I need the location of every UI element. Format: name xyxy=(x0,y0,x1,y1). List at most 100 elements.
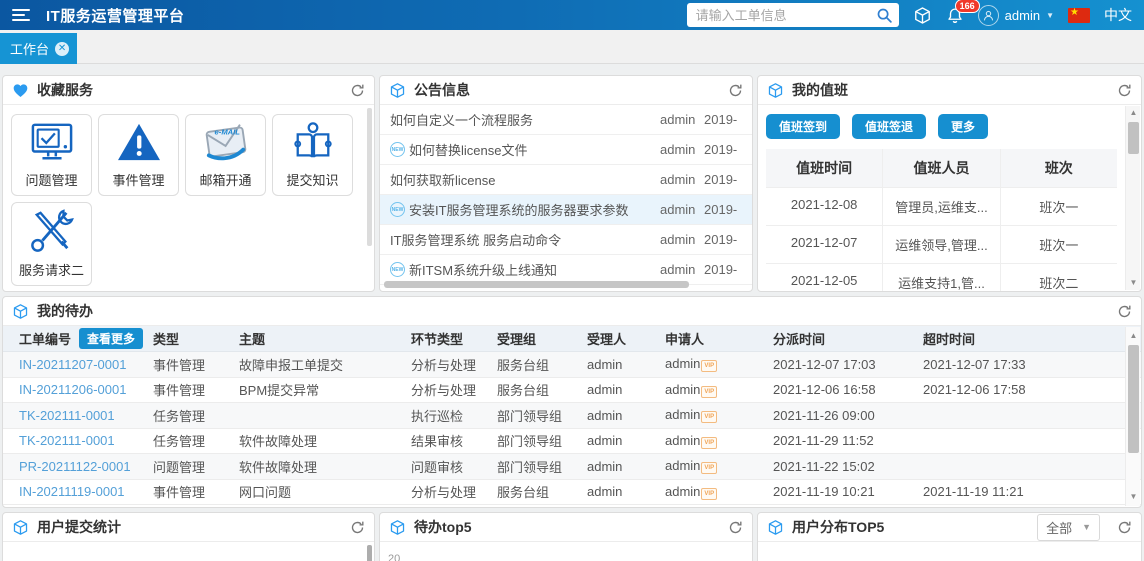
top-navigation-bar: IT服务运营管理平台 166 admin ▼ ★ 中文 xyxy=(0,0,1144,30)
workorder-link[interactable]: TK-202111-0001 xyxy=(19,408,115,423)
announcement-item[interactable]: 如何自定义一个流程服务 admin 2019- xyxy=(380,105,752,135)
panel-title: 收藏服务 xyxy=(37,82,93,98)
duty-checkin-button[interactable]: 值班签到 xyxy=(766,114,841,139)
username-label: admin xyxy=(1004,7,1041,23)
vip-badge: VIP xyxy=(701,462,718,475)
user-menu[interactable]: admin ▼ xyxy=(977,4,1054,26)
cube-icon xyxy=(767,519,784,536)
refresh-icon[interactable] xyxy=(1117,520,1132,535)
panel-title: 我的待办 xyxy=(37,303,93,319)
favorites-scrollbar-thumb[interactable] xyxy=(367,108,372,246)
refresh-icon[interactable] xyxy=(728,83,743,98)
search-icon[interactable] xyxy=(876,7,893,24)
filter-dropdown[interactable]: 全部 ▼ xyxy=(1037,513,1100,541)
scroll-down-icon[interactable]: ▼ xyxy=(1126,276,1141,290)
duty-table-row: 2021-12-05 运维支持1,管... 班次二 xyxy=(766,264,1117,291)
duty-table-row: 2021-12-07 运维领导,管理... 班次一 xyxy=(766,226,1117,264)
refresh-icon[interactable] xyxy=(350,83,365,98)
vip-badge: VIP xyxy=(701,487,718,500)
service-card-problem[interactable]: 问题管理 xyxy=(11,114,92,196)
workorder-search-box xyxy=(686,3,899,27)
my-todo-panel: 我的待办 工单编号 查看更多 类型 主题 环节类型 受理组 受理人 申请人 分派时… xyxy=(2,296,1142,508)
chevron-down-icon: ▼ xyxy=(1046,10,1054,20)
scrollbar-thumb[interactable] xyxy=(1128,345,1139,453)
panel-title: 用户分布TOP5 xyxy=(792,519,885,535)
cube-icon xyxy=(389,519,406,536)
search-input[interactable] xyxy=(695,7,876,23)
todo-row: IN-20211119-0001 事件管理 网口问题 分析与处理 服务台组 ad… xyxy=(3,480,1141,505)
duty-checkout-button[interactable]: 值班签退 xyxy=(852,114,927,139)
panel-title: 用户提交统计 xyxy=(37,519,121,535)
workorder-link[interactable]: TK-202111-0001 xyxy=(19,433,115,448)
workorder-link[interactable]: IN-20211206-0001 xyxy=(19,382,126,397)
apps-cube-icon[interactable] xyxy=(913,6,932,25)
announcement-item[interactable]: NEW 如何替换license文件 admin 2019- xyxy=(380,135,752,165)
workorder-link[interactable]: IN-20211207-0001 xyxy=(19,357,126,372)
announcement-list: 如何自定义一个流程服务 admin 2019- NEW 如何替换license文件… xyxy=(380,105,752,285)
todo-top5-panel: 待办top5 20 xyxy=(379,512,753,561)
tab-bar: 工作台 ✕ xyxy=(0,30,1144,64)
todo-row: IN-20211207-0001 事件管理 故障申报工单提交 分析与处理 服务台… xyxy=(3,352,1141,378)
duty-table: 值班时间 值班人员 班次 2021-12-08 管理员,运维支... 班次一 2021-… xyxy=(766,149,1117,291)
todo-row: PR-20211122-0001 问题管理 软件故障处理 问题审核 部门领导组 … xyxy=(3,454,1141,480)
announcement-item[interactable]: 如何获取新license admin 2019- xyxy=(380,165,752,195)
menu-toggle-icon[interactable] xyxy=(12,8,30,22)
tab-workbench[interactable]: 工作台 ✕ xyxy=(0,33,78,64)
reading-book-icon xyxy=(290,121,336,173)
cube-icon xyxy=(12,519,29,536)
vip-badge: VIP xyxy=(701,411,718,424)
todo-row: TK-202111-0001 任务管理 软件故障处理 结果审核 部门领导组 ad… xyxy=(3,429,1141,454)
view-more-button[interactable]: 查看更多 xyxy=(79,328,144,349)
vip-badge: VIP xyxy=(701,436,718,449)
tab-label: 工作台 xyxy=(10,42,50,57)
chevron-down-icon: ▼ xyxy=(1082,522,1091,532)
duty-more-button[interactable]: 更多 xyxy=(938,114,989,139)
announcement-item[interactable]: IT服务管理系统 服务启动命令 admin 2019- xyxy=(380,225,752,255)
vip-badge: VIP xyxy=(701,360,718,373)
todo-scrollbar[interactable]: ▲ ▼ xyxy=(1125,327,1140,506)
todo-row: IN-20211206-0001 事件管理 BPM提交异常 分析与处理 服务台组… xyxy=(3,378,1141,403)
horizontal-scrollbar-thumb[interactable] xyxy=(384,281,689,288)
scroll-up-icon[interactable]: ▲ xyxy=(1126,106,1141,120)
workorder-link[interactable]: IN-20211119-0001 xyxy=(19,484,125,499)
china-flag-icon[interactable]: ★ xyxy=(1068,7,1090,23)
workorder-link[interactable]: PR-20211122-0001 xyxy=(19,459,131,474)
app-title: IT服务运营管理平台 xyxy=(46,7,185,25)
service-card-incident[interactable]: 事件管理 xyxy=(98,114,179,196)
announcement-item-highlighted[interactable]: NEW 安装IT服务管理系统的服务器要求参数 admin 2019- xyxy=(380,195,752,225)
new-badge: NEW xyxy=(390,142,405,157)
duty-scrollbar[interactable]: ▲ ▼ xyxy=(1125,106,1140,290)
heart-icon xyxy=(12,83,29,98)
service-card-knowledge[interactable]: 提交知识 xyxy=(272,114,353,196)
service-card-email[interactable]: e-MAIL 邮箱开通 xyxy=(185,114,266,196)
announcements-panel: 公告信息 如何自定义一个流程服务 admin 2019- NEW 如何替换lice… xyxy=(379,75,753,292)
tools-icon xyxy=(29,209,75,263)
notification-count-badge: 166 xyxy=(954,0,980,13)
service-card-label: 提交知识 xyxy=(286,173,339,188)
monitor-check-icon xyxy=(29,121,75,173)
tab-close-icon[interactable]: ✕ xyxy=(55,41,70,56)
language-switch[interactable]: 中文 xyxy=(1104,5,1132,25)
service-card-service-request[interactable]: 服务请求二 xyxy=(11,202,92,286)
cube-icon xyxy=(767,82,784,99)
refresh-icon[interactable] xyxy=(1117,304,1132,319)
vip-badge: VIP xyxy=(701,385,718,398)
todo-table-header: 工单编号 查看更多 类型 主题 环节类型 受理组 受理人 申请人 分派时间 超时时… xyxy=(3,326,1141,352)
todo-table-body: IN-20211207-0001 事件管理 故障申报工单提交 分析与处理 服务台… xyxy=(3,352,1141,505)
panel-title: 我的值班 xyxy=(792,82,848,98)
warning-triangle-icon xyxy=(116,121,162,173)
notification-bell-icon[interactable]: 166 xyxy=(946,0,980,25)
favorite-services-panel: 收藏服务 问题管理 事件管理 e-MAIL 邮箱开通 提交知识 服务请求二 xyxy=(2,75,375,292)
scroll-up-icon[interactable]: ▲ xyxy=(1126,329,1141,343)
avatar xyxy=(977,4,999,26)
service-card-label: 事件管理 xyxy=(112,173,165,188)
refresh-icon[interactable] xyxy=(728,520,743,535)
scroll-down-icon[interactable]: ▼ xyxy=(1126,490,1141,504)
refresh-icon[interactable] xyxy=(1117,83,1132,98)
refresh-icon[interactable] xyxy=(350,520,365,535)
scrollbar-thumb[interactable] xyxy=(1128,122,1139,154)
user-distribution-top5-panel: 用户分布TOP5 全部 ▼ xyxy=(757,512,1142,561)
chart-axis-label: 20 xyxy=(388,553,401,561)
scrollbar-thumb[interactable] xyxy=(367,545,372,561)
duty-table-header: 值班时间 值班人员 班次 xyxy=(766,149,1117,188)
